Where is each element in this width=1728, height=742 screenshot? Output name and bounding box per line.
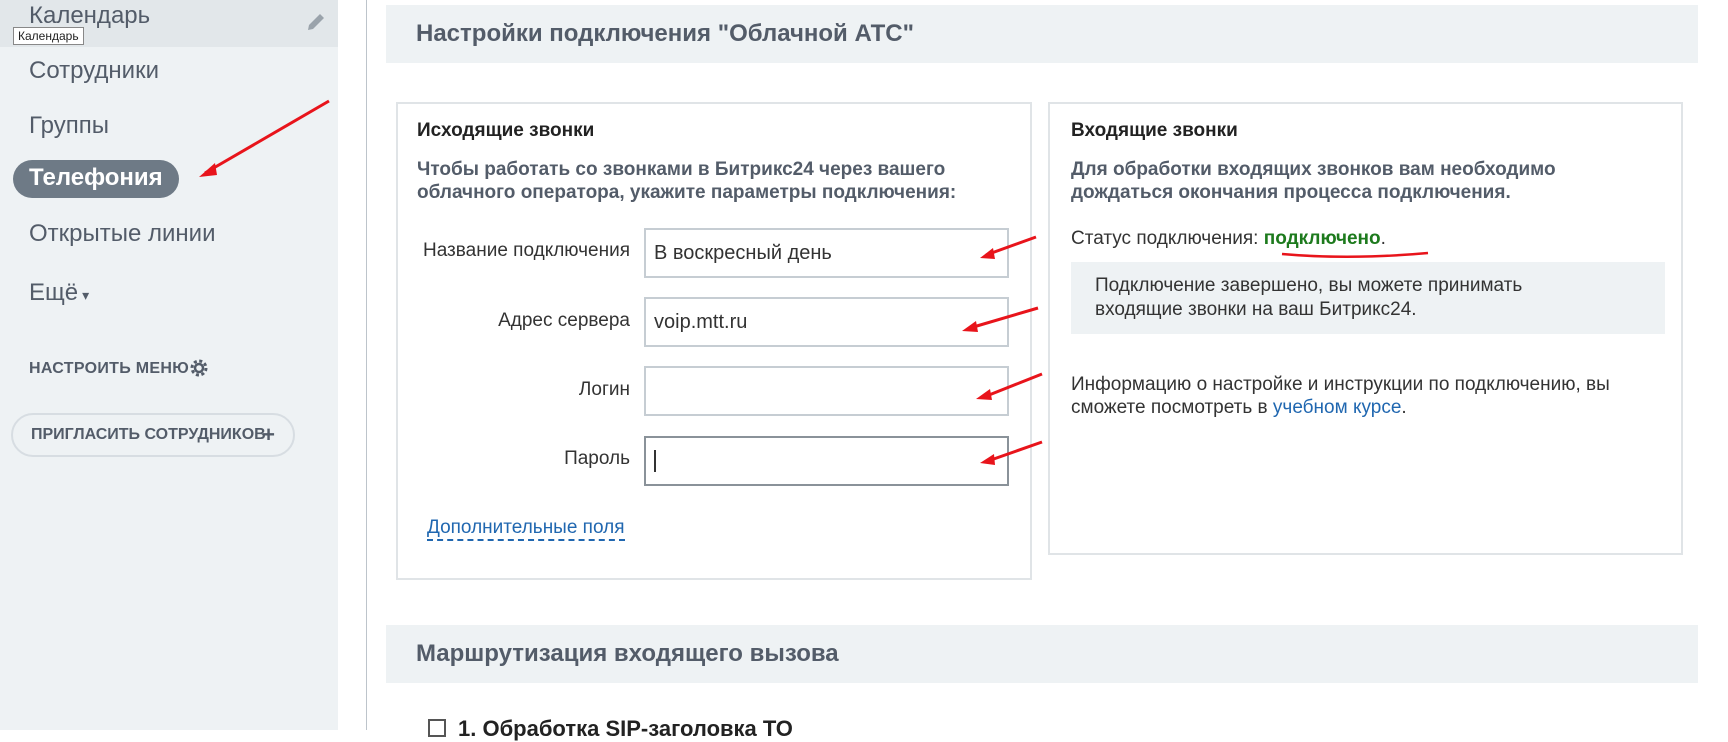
invite-employees-button[interactable]: ПРИГЛАСИТЬ СОТРУДНИКОВ + [11,413,295,457]
connection-status: Статус подключения: подключено. [1071,228,1386,250]
configure-menu-button[interactable]: НАСТРОИТЬ МЕНЮ [29,360,189,378]
connection-status-label: Статус подключения: [1071,228,1264,249]
routing-item-label: 1. Обработка SIP-заголовка ТО [458,716,793,741]
routing-checkbox[interactable] [428,719,446,737]
sidebar-item-groups[interactable]: Группы [29,112,109,140]
connection-name-label: Название подключения [422,240,630,261]
sidebar-item-more-label: Ещё [29,279,79,306]
outgoing-calls-desc-2: облачного оператора, укажите параметры п… [417,182,957,203]
invite-employees-label: ПРИГЛАСИТЬ СОТРУДНИКОВ [31,426,266,443]
chevron-down-icon: ▾ [82,287,90,303]
tooltip: Календарь [13,27,84,45]
connection-name-input[interactable] [644,228,1009,278]
annotation-arrow-icon [980,440,1043,465]
sidebar-item-employees[interactable]: Сотрудники [29,57,159,85]
plus-icon: + [262,422,275,447]
annotation-underline-icon [1281,251,1429,259]
incoming-calls-desc-2: дождаться окончания процесса подключения… [1071,182,1511,203]
annotation-arrow-icon [976,372,1043,400]
pencil-icon[interactable] [305,11,327,33]
content-divider [366,0,367,730]
incoming-calls-title: Входящие звонки [1071,120,1238,141]
additional-fields-link[interactable]: Дополнительные поля [427,517,625,541]
sidebar-item-open-lines[interactable]: Открытые линии [29,220,216,248]
connection-status-dot: . [1380,228,1386,249]
section-title-connection: Настройки подключения "Облачной АТС" [386,5,1698,63]
text-cursor [654,450,656,472]
instructions-text-end: . [1401,397,1407,418]
outgoing-calls-title: Исходящие звонки [417,120,595,141]
outgoing-calls-desc-1: Чтобы работать со звонками в Битрикс24 ч… [417,159,946,180]
password-input[interactable] [644,436,1009,486]
login-input[interactable] [644,366,1009,416]
connection-info-box: Подключение завершено, вы можете принима… [1071,262,1665,334]
sidebar-item-telephony[interactable]: Телефония [13,160,179,198]
instructions-text: Информацию о настройке и инструкции по п… [1071,373,1631,419]
section-title-routing: Маршрутизация входящего вызова [386,625,1698,683]
sidebar-item-more[interactable]: Ещё ▾ [29,279,89,307]
gear-icon[interactable] [188,357,210,379]
annotation-arrow-icon [962,306,1039,332]
server-address-input[interactable] [644,297,1009,347]
connection-status-value: подключено [1263,228,1381,249]
annotation-arrow-icon [199,99,330,177]
incoming-calls-desc-1: Для обработки входящих звонков вам необх… [1071,159,1556,180]
server-address-label: Адрес сервера [498,310,630,331]
annotation-arrow-icon [980,235,1037,259]
sidebar-item-calendar[interactable]: Календарь [29,2,150,30]
password-label: Пароль [564,448,630,469]
training-course-link[interactable]: учебном курсе [1273,397,1401,418]
login-label: Логин [578,379,630,400]
connection-info-line-1: Подключение завершено, вы можете принима… [1095,275,1523,296]
connection-info-line-2: входящие звонки на ваш Битрикс24. [1095,299,1417,320]
